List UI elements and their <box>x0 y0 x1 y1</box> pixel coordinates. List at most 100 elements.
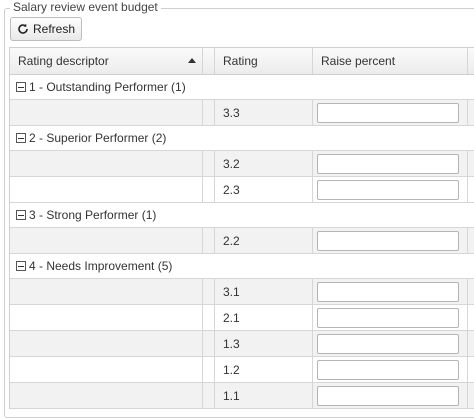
rating-descriptor-cell <box>10 305 203 330</box>
rating-cell: 3.3 <box>215 100 313 125</box>
refresh-button[interactable]: Refresh <box>10 17 82 41</box>
table-row: 2.1 <box>10 305 474 331</box>
raise-percent-input[interactable] <box>317 102 459 123</box>
rating-descriptor-cell <box>10 100 203 125</box>
rating-cell: 1.2 <box>215 357 313 382</box>
rating-cell: 1.1 <box>215 383 313 408</box>
raise-percent-input[interactable] <box>317 153 459 174</box>
raise-percent-cell <box>313 177 468 202</box>
column-header-label: Rating <box>223 54 258 68</box>
raise-percent-input[interactable] <box>317 179 459 200</box>
rating-descriptor-cell <box>10 279 203 304</box>
column-header-label: Raise percent <box>321 54 396 68</box>
rating-value: 1.1 <box>223 388 240 403</box>
rating-cell: 2.1 <box>215 305 313 330</box>
raise-percent-cell <box>313 305 468 330</box>
raise-percent-input[interactable] <box>317 281 459 302</box>
rating-descriptor-cell <box>10 331 203 356</box>
rating-descriptor-cell <box>10 151 203 176</box>
raise-percent-input[interactable] <box>317 359 459 380</box>
rating-value: 1.2 <box>223 362 240 377</box>
column-header-rating[interactable]: Rating <box>215 48 313 74</box>
column-header-label: Rating descriptor <box>18 54 109 68</box>
raise-percent-cell <box>313 331 468 356</box>
extra-cell <box>468 228 474 253</box>
group-row[interactable]: 1 - Outstanding Performer (1) <box>10 75 474 100</box>
rating-value: 3.3 <box>223 105 240 120</box>
spacer-cell <box>203 357 215 382</box>
rating-value: 3.2 <box>223 156 240 171</box>
group-row[interactable]: 3 - Strong Performer (1) <box>10 203 474 228</box>
table-row: 1.3 <box>10 331 474 357</box>
table-row: 3.1 <box>10 279 474 305</box>
rating-cell: 1.3 <box>215 331 313 356</box>
rating-descriptor-cell <box>10 228 203 253</box>
refresh-label: Refresh <box>32 22 76 36</box>
collapse-icon[interactable] <box>16 82 26 92</box>
budget-grid: Rating descriptor Rating Raise percent 1… <box>9 47 474 409</box>
raise-percent-cell <box>313 228 468 253</box>
rating-descriptor-cell <box>10 177 203 202</box>
column-header-extra <box>468 48 474 74</box>
raise-percent-input[interactable] <box>317 333 459 354</box>
rating-cell: 3.2 <box>215 151 313 176</box>
group-label: 2 - Superior Performer (2) <box>29 131 167 145</box>
spacer-cell <box>203 100 215 125</box>
group-label: 4 - Needs Improvement (5) <box>29 259 173 273</box>
refresh-icon <box>17 23 29 35</box>
raise-percent-cell <box>313 279 468 304</box>
collapse-icon[interactable] <box>16 261 26 271</box>
collapse-icon[interactable] <box>16 210 26 220</box>
extra-cell <box>468 383 474 408</box>
column-header-raise-percent[interactable]: Raise percent <box>313 48 468 74</box>
table-row: 1.1 <box>10 383 474 409</box>
table-row: 2.3 <box>10 177 474 203</box>
rating-value: 2.3 <box>223 182 240 197</box>
rating-cell: 2.2 <box>215 228 313 253</box>
raise-percent-cell <box>313 357 468 382</box>
extra-cell <box>468 100 474 125</box>
extra-cell <box>468 151 474 176</box>
spacer-cell <box>203 279 215 304</box>
rating-value: 2.2 <box>223 233 240 248</box>
raise-percent-input[interactable] <box>317 230 459 251</box>
rating-descriptor-cell <box>10 357 203 382</box>
group-label: 3 - Strong Performer (1) <box>29 208 157 222</box>
table-row: 2.2 <box>10 228 474 254</box>
raise-percent-cell <box>313 151 468 176</box>
group-label: 1 - Outstanding Performer (1) <box>29 80 186 94</box>
spacer-cell <box>203 177 215 202</box>
extra-cell <box>468 177 474 202</box>
column-header-spacer <box>203 48 215 74</box>
spacer-cell <box>203 151 215 176</box>
rating-value: 2.1 <box>223 310 240 325</box>
extra-cell <box>468 305 474 330</box>
table-row: 3.2 <box>10 151 474 177</box>
rating-cell: 3.1 <box>215 279 313 304</box>
spacer-cell <box>203 228 215 253</box>
spacer-cell <box>203 305 215 330</box>
rating-value: 3.1 <box>223 284 240 299</box>
extra-cell <box>468 331 474 356</box>
extra-cell <box>468 357 474 382</box>
raise-percent-cell <box>313 100 468 125</box>
spacer-cell <box>203 383 215 408</box>
grid-body: 1 - Outstanding Performer (1) 3.3 2 - Supe… <box>10 75 474 409</box>
spacer-cell <box>203 331 215 356</box>
raise-percent-input[interactable] <box>317 307 459 328</box>
panel-title: Salary review event budget <box>10 0 161 14</box>
grid-header: Rating descriptor Rating Raise percent <box>10 48 474 75</box>
collapse-icon[interactable] <box>16 133 26 143</box>
rating-value: 1.3 <box>223 336 240 351</box>
table-row: 3.3 <box>10 100 474 126</box>
table-row: 1.2 <box>10 357 474 383</box>
raise-percent-input[interactable] <box>317 385 459 406</box>
group-row[interactable]: 4 - Needs Improvement (5) <box>10 254 474 279</box>
sort-ascending-icon <box>188 58 196 63</box>
rating-descriptor-cell <box>10 383 203 408</box>
rating-cell: 2.3 <box>215 177 313 202</box>
extra-cell <box>468 279 474 304</box>
group-row[interactable]: 2 - Superior Performer (2) <box>10 126 474 151</box>
raise-percent-cell <box>313 383 468 408</box>
column-header-rating-descriptor[interactable]: Rating descriptor <box>10 48 203 74</box>
